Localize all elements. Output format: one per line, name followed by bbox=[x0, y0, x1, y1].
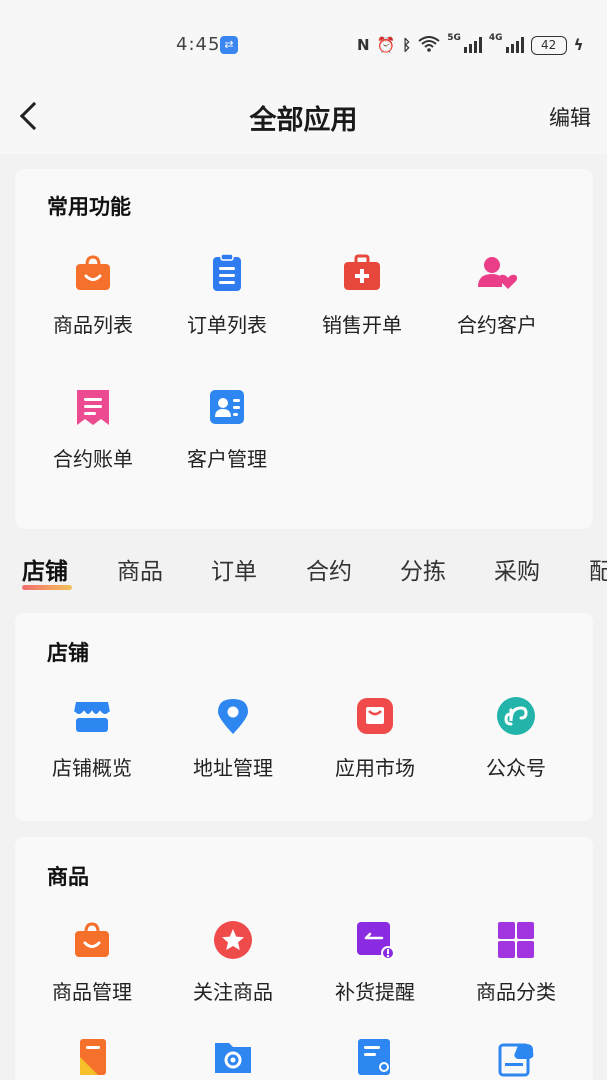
app-label: 合约客户 bbox=[457, 313, 537, 337]
nav-bar: 全部应用 编辑 bbox=[0, 78, 607, 154]
app-label: 关注商品 bbox=[193, 980, 273, 1004]
network-5g-label: 5G bbox=[447, 33, 461, 43]
app-label: 公众号 bbox=[486, 756, 546, 780]
app-label: 订单列表 bbox=[187, 313, 267, 337]
person-heart-icon bbox=[477, 253, 518, 293]
document-search-icon bbox=[355, 1037, 395, 1077]
favorites-title: 常用功能 bbox=[47, 195, 131, 219]
app-bookmark[interactable] bbox=[27, 1037, 157, 1077]
network-4g-label: 4G bbox=[488, 33, 503, 43]
app-restock-reminder[interactable]: 补货提醒 bbox=[310, 920, 440, 1005]
contact-card-icon bbox=[207, 387, 247, 427]
cloud-image-icon bbox=[496, 1037, 536, 1077]
app-product-list[interactable]: 商品列表 bbox=[28, 253, 158, 338]
tab-contract[interactable]: 合约 bbox=[306, 552, 352, 586]
settings-folder-icon bbox=[213, 1037, 253, 1077]
usb-icon: ⇄ bbox=[220, 36, 238, 54]
tab-sorting[interactable]: 分拣 bbox=[400, 552, 446, 586]
app-goods-category[interactable]: 商品分类 bbox=[451, 920, 581, 1005]
medical-kit-icon bbox=[342, 253, 382, 293]
edit-button[interactable]: 编辑 bbox=[549, 102, 591, 132]
wifi-icon bbox=[418, 35, 440, 55]
category-tabs: 店铺 商品 订单 合约 分拣 采购 配 bbox=[0, 540, 607, 595]
bookmark-icon bbox=[72, 1037, 112, 1077]
star-circle-icon bbox=[213, 920, 253, 960]
alarm-icon: ⏰ bbox=[376, 35, 396, 54]
store-card: 店铺 店铺概览 地址管理 应用市场 公众号 bbox=[15, 613, 593, 821]
app-settings-folder[interactable] bbox=[168, 1037, 298, 1077]
status-bar: 4:45 ⇄ N ⏰ ᛒ 5G 4G 42 ϟ bbox=[0, 0, 607, 78]
storefront-icon bbox=[72, 696, 112, 736]
tab-purchase[interactable]: 采购 bbox=[494, 552, 540, 586]
app-goods-manage[interactable]: 商品管理 bbox=[27, 920, 157, 1005]
tab-store[interactable]: 店铺 bbox=[22, 552, 68, 586]
app-label: 商品管理 bbox=[52, 980, 132, 1004]
app-sales-order[interactable]: 销售开单 bbox=[297, 253, 427, 338]
app-label: 补货提醒 bbox=[335, 980, 415, 1004]
shopping-bag-icon bbox=[72, 920, 112, 960]
shopping-bag-icon bbox=[73, 253, 113, 293]
app-document-search[interactable] bbox=[310, 1037, 440, 1077]
app-label: 地址管理 bbox=[193, 756, 273, 780]
app-label: 客户管理 bbox=[187, 447, 267, 471]
app-official-account[interactable]: 公众号 bbox=[451, 696, 581, 781]
charging-icon: ϟ bbox=[573, 35, 584, 54]
clipboard-icon bbox=[207, 253, 247, 293]
signal-4g-icon bbox=[505, 37, 524, 53]
app-label: 商品分类 bbox=[476, 980, 556, 1004]
status-time: 4:45 bbox=[176, 34, 221, 55]
link-circle-icon bbox=[496, 696, 536, 736]
tab-orders[interactable]: 订单 bbox=[211, 552, 257, 586]
category-grid-icon bbox=[496, 920, 536, 960]
app-label: 应用市场 bbox=[335, 756, 415, 780]
active-tab-indicator bbox=[22, 585, 72, 590]
app-store-overview[interactable]: 店铺概览 bbox=[27, 696, 157, 781]
app-order-list[interactable]: 订单列表 bbox=[162, 253, 292, 338]
status-icons: N ⏰ ᛒ 5G 4G 42 ϟ bbox=[357, 33, 583, 57]
app-label: 店铺概览 bbox=[52, 756, 132, 780]
app-label: 合约账单 bbox=[53, 447, 133, 471]
tab-delivery[interactable]: 配 bbox=[589, 552, 607, 586]
favorites-card: 常用功能 商品列表 订单列表 销售开单 合约客户 合约账单 客户管理 bbox=[15, 169, 593, 529]
goods-title: 商品 bbox=[47, 865, 89, 889]
app-customer-manage[interactable]: 客户管理 bbox=[162, 387, 292, 472]
goods-card: 商品 商品管理 关注商品 补货提醒 商品分类 bbox=[15, 837, 593, 1080]
bluetooth-icon: ᛒ bbox=[402, 35, 412, 54]
store-title: 店铺 bbox=[47, 641, 89, 665]
bill-icon bbox=[73, 387, 113, 427]
signal-5g-icon bbox=[463, 37, 482, 53]
app-address-manage[interactable]: 地址管理 bbox=[168, 696, 298, 781]
battery-icon: 42 bbox=[530, 35, 567, 55]
app-market[interactable]: 应用市场 bbox=[310, 696, 440, 781]
page-title: 全部应用 bbox=[249, 105, 358, 136]
app-label: 销售开单 bbox=[322, 313, 402, 337]
app-label: 商品列表 bbox=[53, 313, 133, 337]
app-market-icon bbox=[355, 696, 395, 736]
app-cloud-image[interactable] bbox=[451, 1037, 581, 1077]
restock-alert-icon bbox=[355, 920, 395, 960]
tab-goods[interactable]: 商品 bbox=[117, 552, 163, 586]
app-contract-bill[interactable]: 合约账单 bbox=[28, 387, 158, 472]
app-followed-goods[interactable]: 关注商品 bbox=[168, 920, 298, 1005]
location-pin-icon bbox=[213, 696, 253, 736]
nfc-icon: N bbox=[357, 35, 370, 54]
app-contract-customer[interactable]: 合约客户 bbox=[432, 253, 562, 338]
